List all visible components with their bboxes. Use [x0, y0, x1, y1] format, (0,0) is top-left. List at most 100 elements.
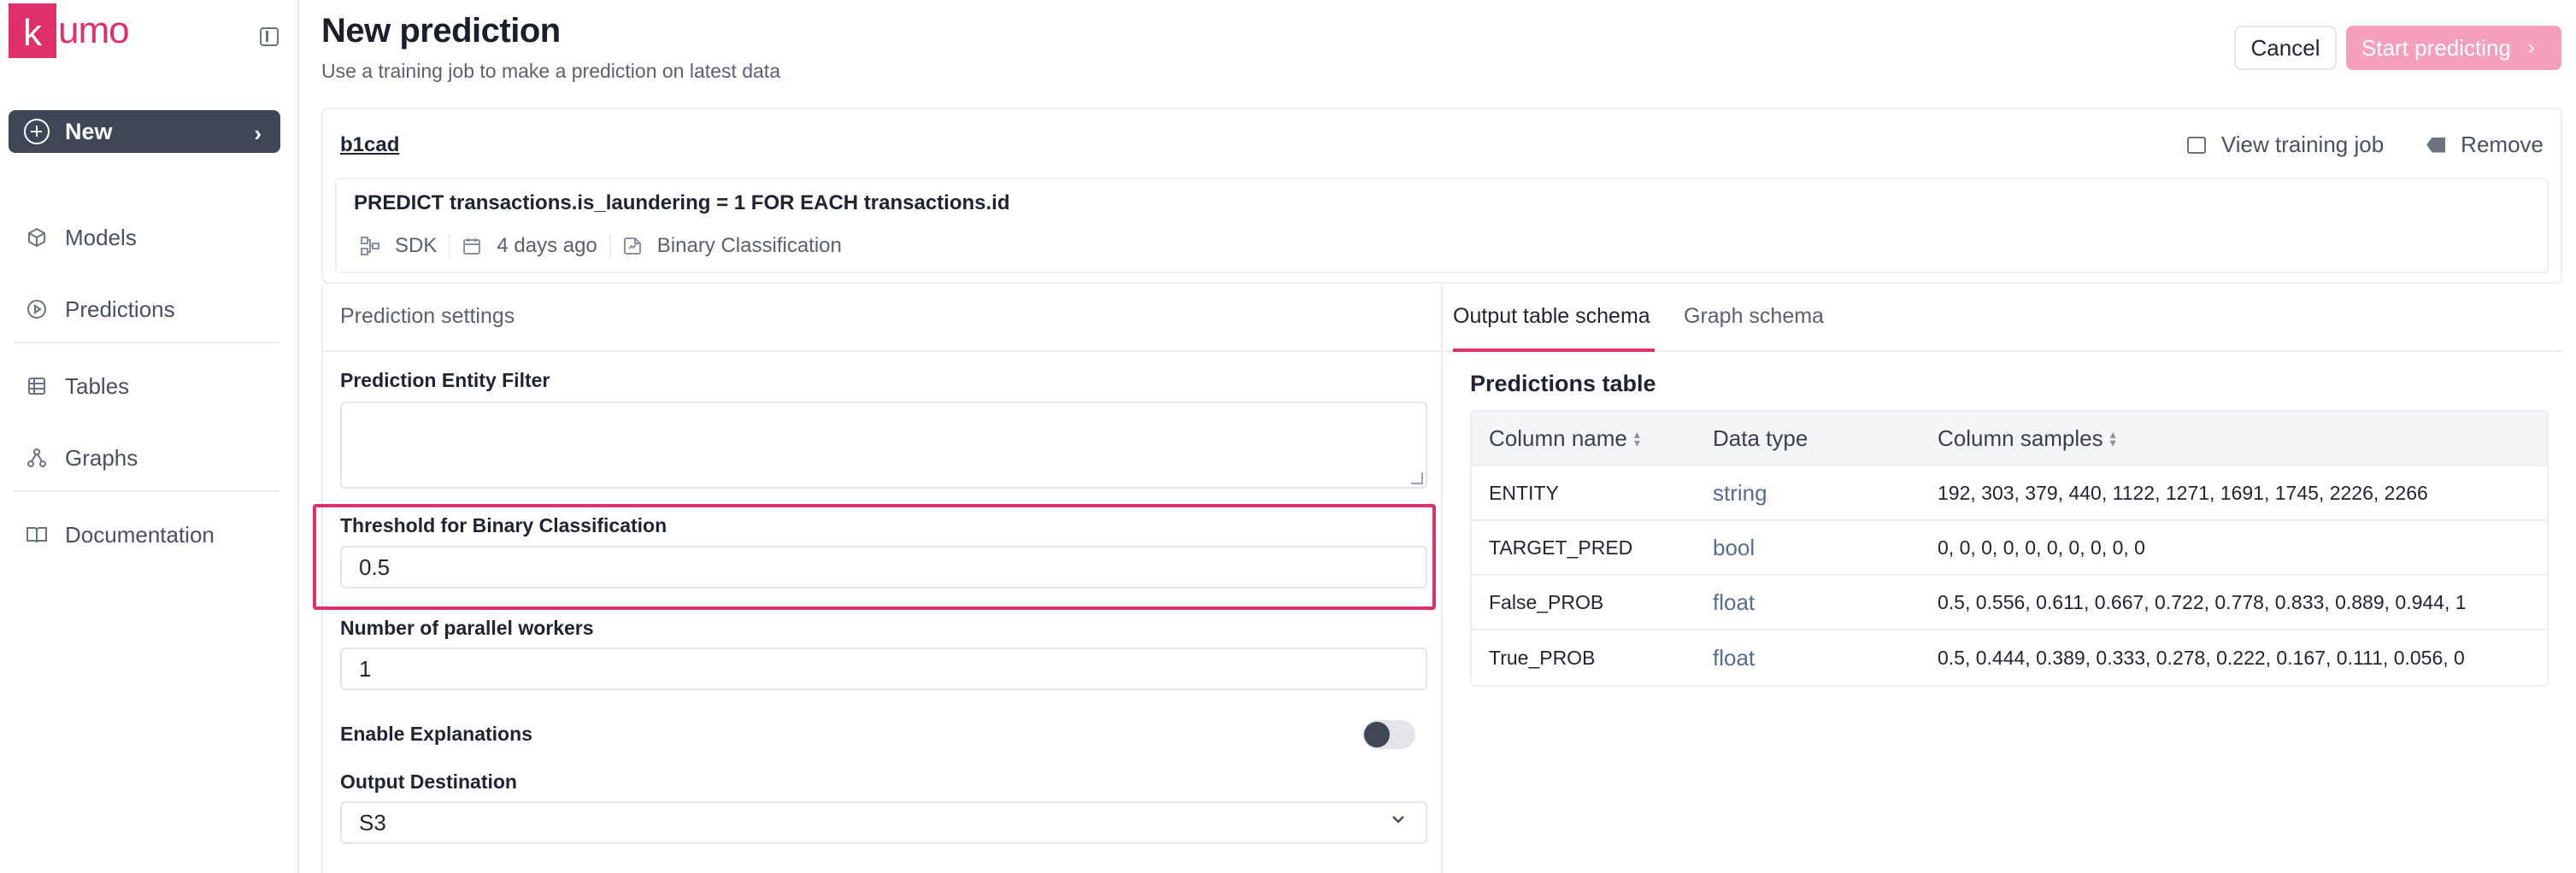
sort-icon: ▴ ▾ [1633, 427, 1640, 449]
cell-column-name: TARGET_PRED [1489, 536, 1633, 559]
explanations-toggle[interactable] [1362, 720, 1415, 749]
workers-label: Number of parallel workers [340, 617, 594, 639]
sidebar-item-label: Tables [65, 372, 130, 399]
cell-data-type: string [1713, 479, 1767, 506]
cell-column-samples: 192, 303, 379, 440, 1122, 1271, 1691, 17… [1938, 481, 2428, 504]
plus-circle-icon [24, 119, 50, 144]
nav-divider [14, 490, 279, 492]
schema-tabs: Output table schema Graph schema [1444, 285, 2562, 352]
column-header-samples[interactable]: Column samples ▴ ▾ [1938, 412, 2116, 465]
table-row: False_PROB float 0.5, 0.556, 0.611, 0.66… [1472, 576, 2547, 630]
query-box: PREDICT transactions.is_laundering = 1 F… [335, 178, 2549, 273]
active-tab-indicator [1453, 349, 1655, 352]
calendar-icon [462, 237, 481, 255]
meta-created-label: 4 days ago [497, 234, 597, 257]
table-row: ENTITY string 192, 303, 379, 440, 1122, … [1472, 466, 2547, 521]
explanations-label: Enable Explanations [340, 723, 532, 745]
job-meta-row: SDK 4 days ago Binary Classification [349, 229, 854, 263]
column-header-label: Data type [1713, 425, 1808, 451]
cell-column-name: False_PROB [1489, 590, 1604, 613]
sidebar: k umo New › Models Predictions Tables Gr… [0, 0, 299, 873]
tab-output-table-schema[interactable]: Output table schema [1453, 304, 1650, 329]
predictions-table: Column name ▴ ▾ Data type Column samples … [1470, 410, 2549, 687]
sidebar-item-models[interactable]: Models [26, 219, 137, 256]
cell-column-name: ENTITY [1489, 481, 1559, 504]
sidebar-item-label: Predictions [65, 296, 175, 322]
cell-column-samples: 0, 0, 0, 0, 0, 0, 0, 0, 0, 0 [1938, 536, 2145, 559]
start-predicting-label: Start predicting [2361, 34, 2511, 61]
nav-divider [14, 342, 279, 343]
sidebar-collapse-icon[interactable] [260, 27, 279, 46]
threshold-label: Threshold for Binary Classification [340, 514, 668, 536]
cell-column-samples: 0.5, 0.556, 0.611, 0.667, 0.722, 0.778, … [1938, 590, 2467, 613]
schema-panel: Output table schema Graph schema Predict… [1444, 285, 2562, 873]
sidebar-item-label: Documentation [65, 521, 215, 548]
training-job-link[interactable]: b1cad [340, 133, 399, 157]
sidebar-item-label: Models [65, 224, 137, 250]
flowchart-icon [361, 237, 379, 255]
destination-value: S3 [359, 809, 386, 835]
predictions-table-title: Predictions table [1470, 371, 1656, 396]
meta-created: 4 days ago [449, 234, 609, 258]
sidebar-item-predictions[interactable]: Predictions [26, 290, 175, 328]
page-title: New prediction [321, 12, 561, 50]
panel-title: Prediction settings [340, 304, 515, 328]
remove-label: Remove [2461, 132, 2544, 157]
start-predicting-button[interactable]: Start predicting › [2346, 26, 2561, 70]
table-row: TARGET_PRED bool 0, 0, 0, 0, 0, 0, 0, 0,… [1472, 521, 2547, 576]
book-icon [26, 524, 48, 546]
table-row: True_PROB float 0.5, 0.444, 0.389, 0.333… [1472, 630, 2547, 685]
page-subtitle: Use a training job to make a prediction … [321, 60, 780, 82]
sort-icon: ▴ ▾ [2109, 427, 2116, 449]
logo-text: umo [58, 9, 130, 51]
cell-column-samples: 0.5, 0.444, 0.389, 0.333, 0.278, 0.222, … [1938, 646, 2465, 669]
tab-graph-schema[interactable]: Graph schema [1684, 304, 1824, 329]
column-header-name[interactable]: Column name ▴ ▾ [1489, 412, 1640, 465]
workers-input[interactable]: 1 [340, 647, 1427, 690]
meta-source-label: SDK [395, 234, 438, 257]
meta-task-type-label: Binary Classification [656, 234, 842, 257]
cancel-button[interactable]: Cancel [2234, 26, 2337, 70]
kumo-logo[interactable]: k umo [9, 3, 130, 58]
new-button-label: New [65, 118, 113, 144]
play-circle-icon [26, 298, 48, 320]
chevron-right-icon: › [254, 120, 262, 146]
cell-data-type: bool [1713, 534, 1756, 560]
entity-filter-textarea[interactable] [340, 401, 1427, 489]
sidebar-item-label: Graphs [65, 444, 138, 471]
task-type-icon [623, 237, 642, 255]
sidebar-item-graphs[interactable]: Graphs [26, 439, 138, 477]
graph-icon [26, 447, 48, 469]
training-job-card: b1cad View training job Remove PREDICT t… [321, 108, 2562, 284]
new-button[interactable]: New › [9, 110, 280, 153]
destination-label: Output Destination [340, 770, 517, 793]
logo-mark: k [9, 3, 56, 58]
table-icon [26, 375, 48, 397]
resize-handle-icon[interactable] [1411, 472, 1423, 484]
backspace-icon [2426, 137, 2446, 153]
meta-source: SDK [349, 234, 449, 258]
destination-select[interactable]: S3 [340, 801, 1427, 844]
column-header-label: Column name [1489, 425, 1627, 451]
remove-button[interactable]: Remove [2426, 132, 2544, 158]
view-training-job-label: View training job [2220, 132, 2385, 157]
job-actions: View training job Remove [2144, 132, 2544, 158]
panel-icon [2186, 136, 2206, 154]
sidebar-item-documentation[interactable]: Documentation [26, 516, 215, 554]
prediction-settings-panel: Prediction settings Prediction Entity Fi… [313, 285, 1443, 873]
chevron-down-icon [1390, 810, 1407, 834]
table-header-row: Column name ▴ ▾ Data type Column samples … [1472, 412, 2547, 466]
filter-label: Prediction Entity Filter [340, 369, 550, 391]
cube-icon [26, 226, 48, 249]
chevron-right-icon: › [2527, 36, 2535, 59]
meta-task-type: Binary Classification [609, 234, 854, 258]
column-header-label: Column samples [1938, 425, 2103, 451]
cell-data-type: float [1713, 589, 1756, 615]
cell-column-name: True_PROB [1489, 646, 1596, 669]
sidebar-item-tables[interactable]: Tables [26, 367, 129, 405]
view-training-job-button[interactable]: View training job [2186, 132, 2385, 158]
threshold-input[interactable]: 0.5 [340, 546, 1427, 589]
pquery-text: PREDICT transactions.is_laundering = 1 F… [354, 191, 1010, 214]
column-header-type: Data type [1713, 412, 1808, 465]
panel-header: Prediction settings [323, 285, 1441, 352]
